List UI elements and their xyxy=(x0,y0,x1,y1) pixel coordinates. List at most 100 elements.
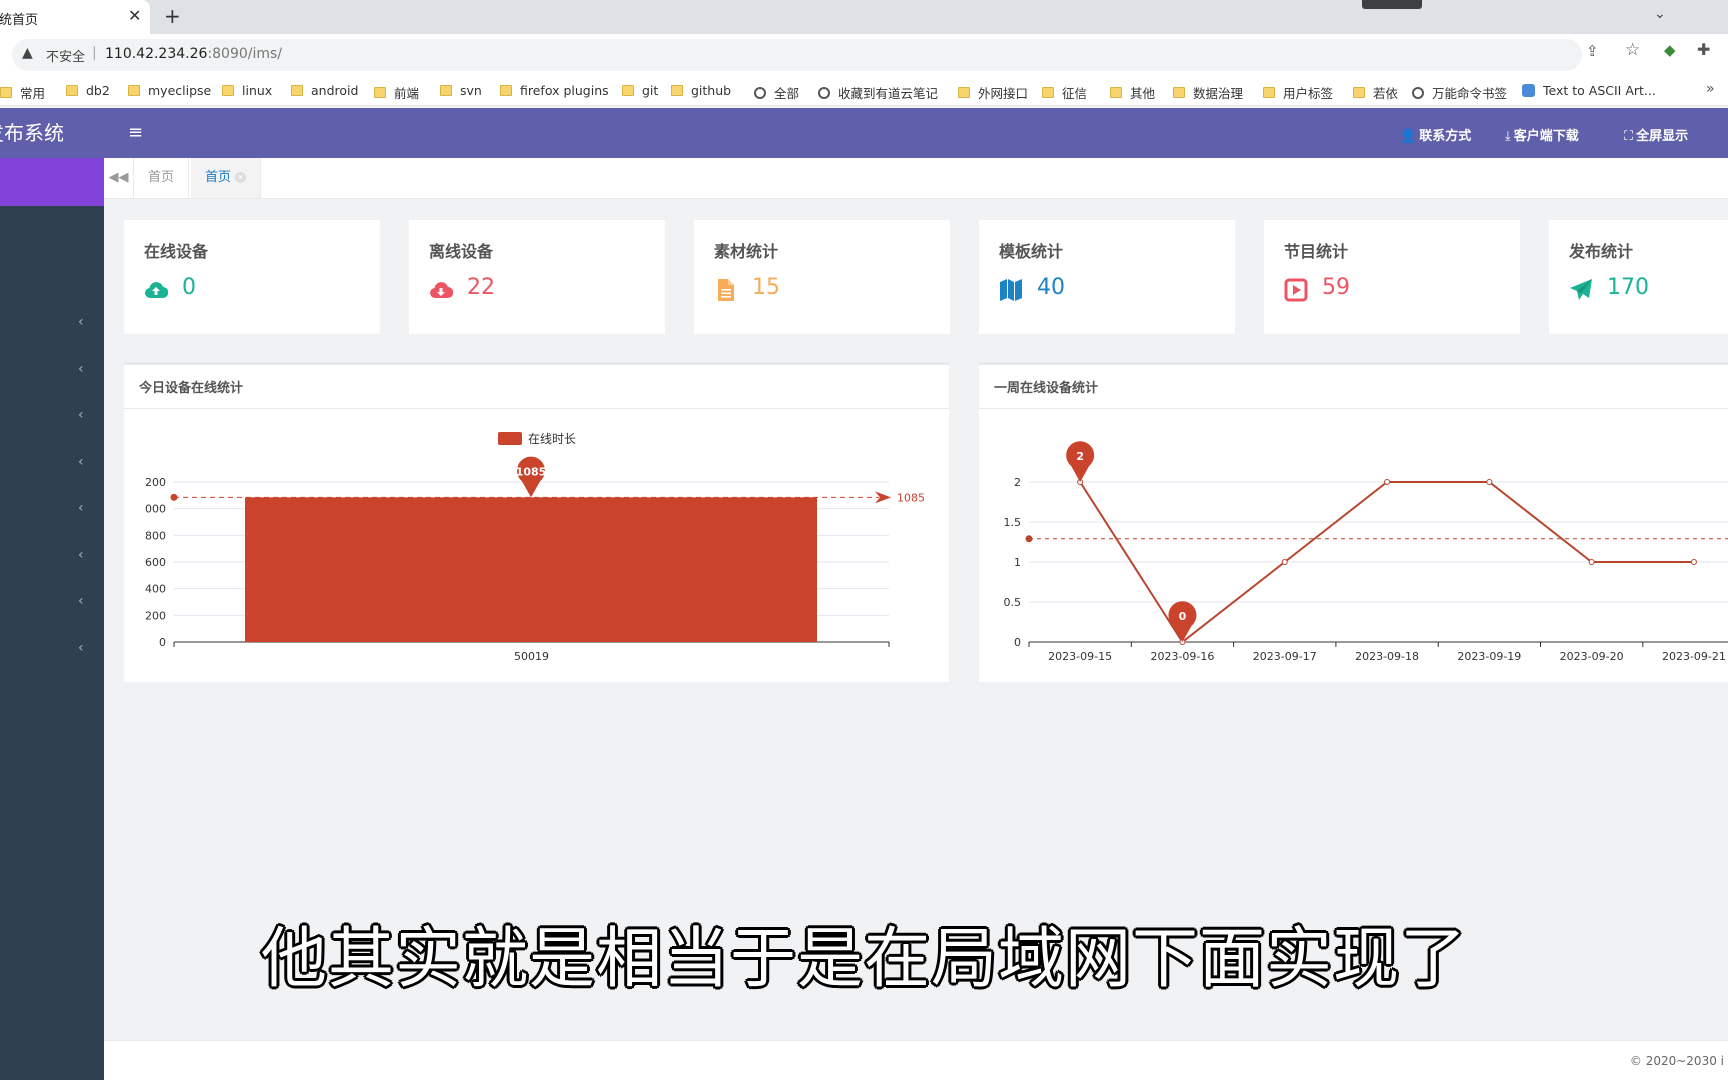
bookmark-label: 用户标签 xyxy=(1283,86,1334,101)
address-bar: ▲ 不安全 | 110.42.234.26:8090/ims/ ⇪ ☆ ◆ ✚ xyxy=(0,34,1728,76)
bookmark-item[interactable]: svn xyxy=(440,83,482,98)
url-path: :8090/ims/ xyxy=(207,46,283,62)
bookmark-label: 前端 xyxy=(394,86,420,101)
bookmark-label: git xyxy=(642,83,659,98)
omnibox[interactable]: ▲ 不安全 | 110.42.234.26:8090/ims/ xyxy=(12,39,1582,71)
folder-icon xyxy=(374,87,386,98)
sidebar-item[interactable]: ‹ xyxy=(0,393,104,439)
data-point xyxy=(1486,479,1493,485)
bookmark-label: android xyxy=(311,83,359,98)
paper-plane-icon xyxy=(1570,279,1592,300)
folder-icon xyxy=(1173,87,1185,98)
bookmark-item[interactable]: 万能命令书签 xyxy=(1412,83,1507,102)
browser-tab-title: 系统首页 xyxy=(0,13,39,28)
tab-list-button[interactable]: ⌄ xyxy=(1654,6,1666,22)
brand-title: 发布系统 xyxy=(0,121,64,145)
sidebar-item[interactable]: ‹ xyxy=(0,533,104,579)
bookmark-item[interactable]: android xyxy=(291,83,358,98)
bookmark-item[interactable]: 若依 xyxy=(1353,83,1398,102)
week-online-line-chart: 0 0.5 1 1.5 2 2023-09-15 2023-09-16 2023-09-17 2… xyxy=(1004,441,1728,663)
bookmark-item[interactable]: 收藏到有道云笔记 xyxy=(818,83,938,102)
sidebar-item[interactable]: ‹ xyxy=(0,579,104,625)
data-point xyxy=(1384,479,1391,485)
chevron-left-icon: ‹ xyxy=(78,453,84,470)
client-download-link[interactable]: ⤓ 客户端下载 xyxy=(1505,125,1579,144)
bookmark-item[interactable]: 征信 xyxy=(1042,83,1087,102)
bookmark-item[interactable]: 数据治理 xyxy=(1173,83,1243,102)
url-text[interactable]: 110.42.234.26:8090/ims/ xyxy=(105,46,282,62)
bookmark-item[interactable]: firefox plugins xyxy=(500,83,609,98)
max-mark-label: 1085 xyxy=(516,465,547,478)
contact-link[interactable]: 👤 联系方式 xyxy=(1400,125,1471,144)
y-tick-label: 0 xyxy=(1014,636,1021,649)
bookmark-item[interactable]: 常用 xyxy=(0,83,45,102)
bookmark-label: 外网接口 xyxy=(978,86,1029,101)
globe-icon xyxy=(818,86,830,99)
warning-icon[interactable]: ▲ xyxy=(22,45,33,61)
file-icon xyxy=(718,279,734,301)
sidebar-item[interactable]: ‹ xyxy=(0,486,104,532)
data-point xyxy=(1588,559,1595,565)
bookmark-item[interactable]: linux xyxy=(222,83,272,98)
sidebar-item[interactable]: ‹ xyxy=(0,440,104,486)
insecure-label[interactable]: 不安全 xyxy=(46,46,85,65)
extension-icon[interactable]: ◆ xyxy=(1664,41,1676,59)
folder-icon xyxy=(128,85,140,96)
folder-icon xyxy=(671,85,683,96)
bookmarks-more-button[interactable]: » xyxy=(1706,81,1715,97)
y-tick-label: 1.5 xyxy=(1004,516,1022,529)
menu-toggle-icon[interactable]: ≡ xyxy=(128,122,143,143)
average-line-start xyxy=(1025,535,1033,543)
y-tick-label: 000 xyxy=(145,503,166,516)
share-icon[interactable]: ⇪ xyxy=(1586,42,1599,60)
new-tab-button[interactable]: + xyxy=(164,4,181,28)
bookmark-item[interactable]: 用户标签 xyxy=(1263,83,1333,102)
fullscreen-link[interactable]: ⛶ 全屏显示 xyxy=(1624,125,1688,144)
bookmark-item[interactable]: github xyxy=(671,83,731,98)
copyright-text: © 2020~2030 i xyxy=(1629,1054,1724,1068)
close-tab-icon[interactable]: ✕ xyxy=(235,172,247,183)
window-indicator xyxy=(1362,0,1422,9)
react-icon xyxy=(1522,84,1535,97)
bookmark-star-icon[interactable]: ☆ xyxy=(1625,40,1640,60)
tabs-scroll-left-icon[interactable]: ◀◀ xyxy=(104,158,134,198)
bookmark-item[interactable]: db2 xyxy=(66,83,110,98)
puzzle-icon[interactable]: ✚ xyxy=(1697,40,1710,59)
folder-icon xyxy=(622,85,634,96)
sidebar-item[interactable]: ‹ xyxy=(0,347,104,393)
bookmark-item[interactable]: 全部 xyxy=(754,83,799,102)
bookmark-item[interactable]: 前端 xyxy=(374,83,419,102)
bookmark-item[interactable]: 其他 xyxy=(1110,83,1155,102)
bookmark-label: github xyxy=(691,83,732,98)
bookmark-label: firefox plugins xyxy=(520,83,609,98)
bookmark-label: linux xyxy=(242,83,273,98)
bookmark-item[interactable]: Text to ASCII Art... xyxy=(1522,83,1656,98)
tab-home[interactable]: 首页 xyxy=(134,158,190,198)
close-tab-icon[interactable]: ✕ xyxy=(128,6,141,25)
sidebar-active-item[interactable] xyxy=(0,158,104,206)
user-icon: 👤 xyxy=(1400,129,1417,144)
sidebar-item[interactable]: ‹ xyxy=(0,300,104,346)
chevron-left-icon: ‹ xyxy=(78,593,84,609)
x-tick-label: 2023-09-17 xyxy=(1253,650,1317,663)
data-point xyxy=(1690,559,1697,565)
bookmark-item[interactable]: 外网接口 xyxy=(958,83,1028,102)
stat-card-program: 节目统计 59 xyxy=(1264,220,1520,334)
globe-icon xyxy=(1412,86,1424,99)
bookmark-item[interactable]: git xyxy=(622,83,658,98)
tab-home-active[interactable]: 首页 ✕ xyxy=(191,158,262,198)
map-icon xyxy=(1000,279,1022,301)
chevron-left-icon: ‹ xyxy=(78,546,84,563)
y-tick-label: 800 xyxy=(145,529,166,542)
y-tick-label: 400 xyxy=(145,583,166,596)
bookmark-item[interactable]: myeclipse xyxy=(128,83,211,98)
x-tick-label: 2023-09-18 xyxy=(1355,650,1419,663)
bookmark-label: 常用 xyxy=(20,86,46,101)
chevron-left-icon: ‹ xyxy=(78,314,84,330)
browser-tab[interactable]: 系统首页 ✕ xyxy=(0,0,150,34)
sidebar-item[interactable]: ‹ xyxy=(0,626,104,672)
chevron-left-icon: ‹ xyxy=(78,360,84,377)
bookmark-label: 数据治理 xyxy=(1193,86,1244,101)
y-tick-label: 0 xyxy=(159,636,166,649)
footer: © 2020~2030 i xyxy=(104,1040,1728,1080)
